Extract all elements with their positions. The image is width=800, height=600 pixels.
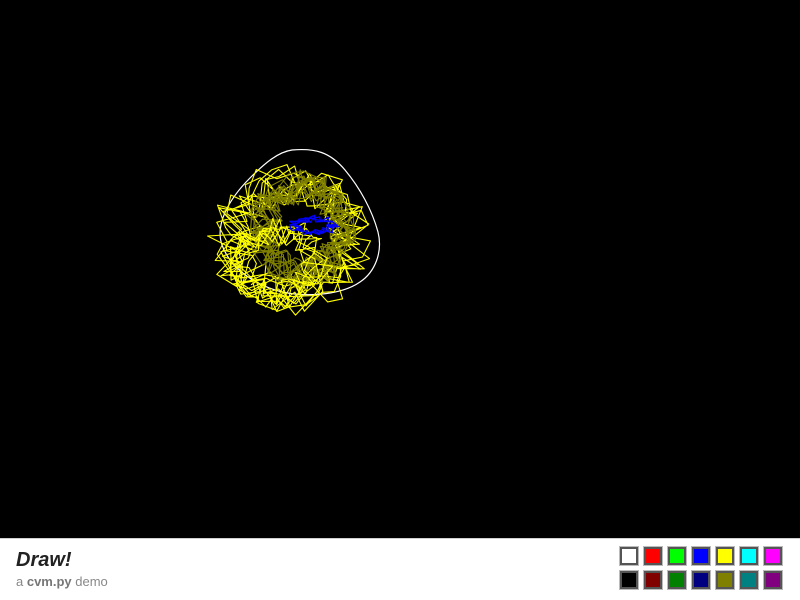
color-swatch[interactable] [643,546,663,566]
color-swatch[interactable] [739,570,759,590]
color-swatch[interactable] [715,546,735,566]
color-swatch[interactable] [667,546,687,566]
color-swatch[interactable] [667,570,687,590]
subtitle-library-name: cvm.py [26,574,72,589]
app-title: Draw! [16,549,72,571]
app-subtitle: a cvm.py demo [16,574,108,589]
color-swatch[interactable] [691,570,711,590]
strokes-layer [207,148,381,316]
color-swatch[interactable] [715,570,735,590]
color-swatch[interactable] [643,570,663,590]
subtitle-suffix: demo [71,574,108,589]
color-swatch[interactable] [619,546,639,566]
drawing-canvas[interactable] [0,0,800,538]
color-swatch[interactable] [763,570,783,590]
color-swatch[interactable] [739,546,759,566]
color-swatch[interactable] [619,570,639,590]
color-swatch[interactable] [763,546,783,566]
subtitle-prefix: a [16,574,27,589]
color-palette [617,544,785,594]
color-swatch[interactable] [691,546,711,566]
